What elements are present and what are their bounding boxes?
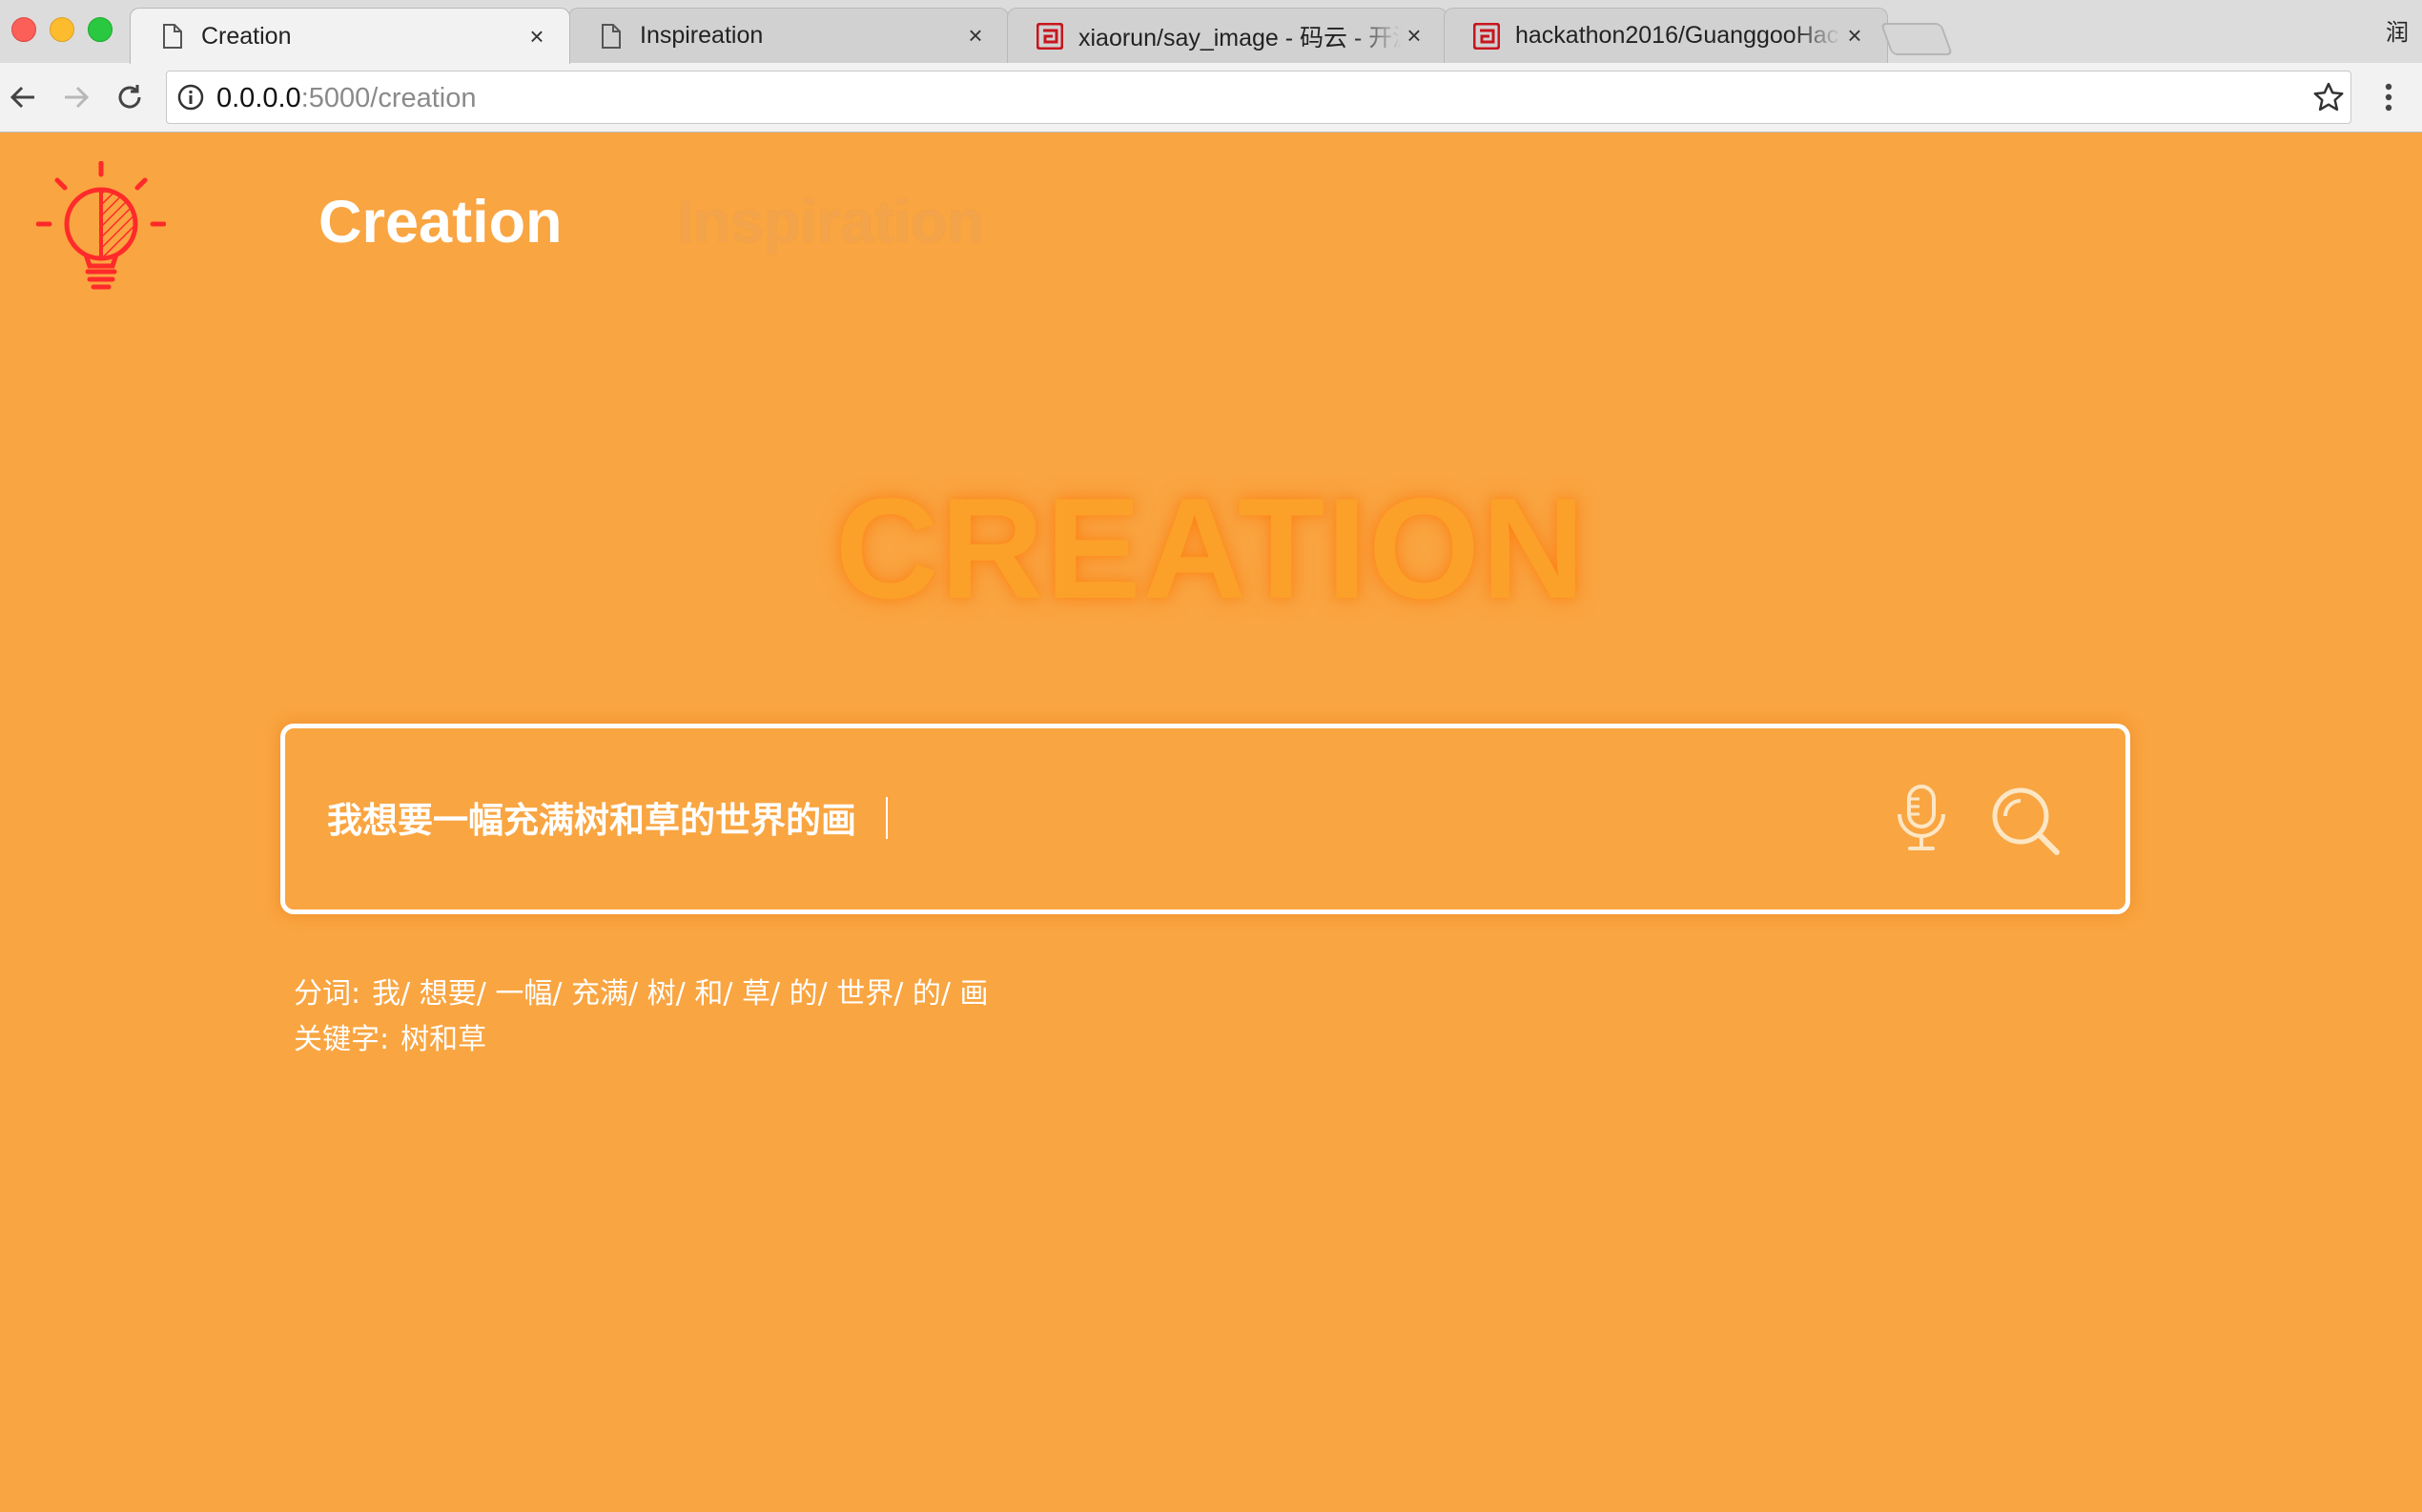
bookmark-star-icon[interactable] <box>2312 81 2345 113</box>
tab-close-icon[interactable]: × <box>1401 21 1427 51</box>
search-icon[interactable] <box>1990 786 2063 858</box>
back-arrow-icon[interactable] <box>4 78 42 116</box>
search-input[interactable] <box>325 778 1855 856</box>
tab-close-icon[interactable]: × <box>1841 21 1868 51</box>
window-maximize-button[interactable] <box>88 17 113 42</box>
document-icon <box>159 23 186 50</box>
tab-title: xiaorun/say_image - 码云 - 开源 <box>1078 24 1401 51</box>
url-text[interactable]: 0.0.0.0:5000/creation <box>216 83 477 114</box>
browser-tab-hackathon[interactable]: hackathon2016/GuanggooHac × <box>1444 8 1888 63</box>
browser-menu-icon[interactable] <box>2374 78 2403 116</box>
url-path: :5000/creation <box>300 83 477 113</box>
profile-name[interactable]: 润 <box>2386 13 2409 47</box>
gitee-icon <box>1037 22 1063 50</box>
reload-icon[interactable] <box>111 78 149 116</box>
tab-close-icon[interactable]: × <box>523 22 550 51</box>
tab-close-icon[interactable]: × <box>962 21 989 51</box>
window-close-button[interactable] <box>11 17 36 42</box>
keyword-line: 关键字: 树和草 <box>294 1017 989 1063</box>
nav-inspiration-link[interactable]: Inspiration <box>677 188 984 256</box>
window-minimize-button[interactable] <box>50 17 74 42</box>
page-content: Creation Inspiration CREATION 分词: 我/ 想要/ … <box>0 133 2422 1512</box>
browser-toolbar: 0.0.0.0:5000/creation <box>0 63 2422 133</box>
segmentation-label: 分词: <box>294 977 361 1011</box>
browser-tab-inspireation[interactable]: Inspireation × <box>568 8 1009 63</box>
forward-arrow-icon[interactable] <box>57 78 95 116</box>
gitee-icon <box>1473 22 1500 50</box>
nav-creation-link[interactable]: Creation <box>318 188 563 256</box>
new-tab-button[interactable] <box>1879 23 1954 55</box>
tab-title: hackathon2016/GuanggooHac <box>1515 22 1839 49</box>
keyword-value: 树和草 <box>400 1023 487 1056</box>
browser-tab-creation[interactable]: Creation × <box>130 8 570 64</box>
search-box <box>280 724 2130 914</box>
analysis-result: 分词: 我/ 想要/ 一幅/ 充满/ 树/ 和/ 草/ 的/ 世界/ 的/ 画 关… <box>294 971 989 1063</box>
text-caret <box>886 797 888 839</box>
lightbulb-logo-icon[interactable] <box>36 161 166 291</box>
segmentation-value: 我/ 想要/ 一幅/ 充满/ 树/ 和/ 草/ 的/ 世界/ 的/ 画 <box>372 977 989 1011</box>
browser-tab-strip: Creation × Inspireation × xiaorun/say_im… <box>0 0 2422 64</box>
hero-title: CREATION <box>834 468 1588 628</box>
document-icon <box>598 23 625 50</box>
tab-title: Creation <box>201 22 292 50</box>
browser-tab-say-image[interactable]: xiaorun/say_image - 码云 - 开源 × <box>1007 8 1447 63</box>
tab-title: Inspireation <box>640 22 764 49</box>
address-bar[interactable]: 0.0.0.0:5000/creation <box>166 71 2351 124</box>
microphone-icon[interactable] <box>1891 784 1952 852</box>
site-info-icon[interactable] <box>176 83 205 112</box>
segmentation-line: 分词: 我/ 想要/ 一幅/ 充满/ 树/ 和/ 草/ 的/ 世界/ 的/ 画 <box>294 971 989 1017</box>
url-host: 0.0.0.0 <box>216 83 301 113</box>
keyword-label: 关键字: <box>294 1023 390 1056</box>
